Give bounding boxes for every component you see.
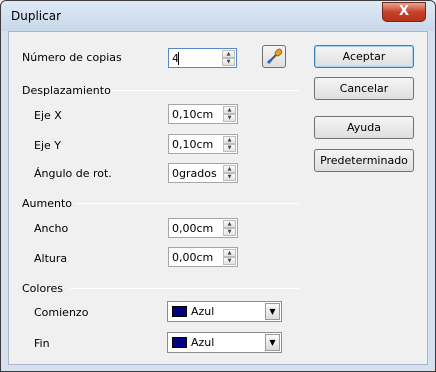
width-spinbox[interactable]: 0,00cm ▲ ▼: [168, 218, 238, 238]
spin-up-icon[interactable]: ▲: [223, 106, 236, 114]
colors-heading: Colores: [22, 282, 63, 295]
window-title: Duplicar: [11, 9, 62, 23]
end-color-swatch: [172, 337, 187, 348]
displacement-separator: [111, 90, 299, 91]
spin-up-icon[interactable]: ▲: [223, 249, 236, 257]
height-spinbox[interactable]: 0,00cm ▲ ▼: [168, 247, 238, 267]
colors-separator: [70, 288, 299, 289]
text-caret: [178, 52, 179, 65]
ok-button[interactable]: Aceptar: [314, 45, 414, 68]
enlargement-heading: Aumento: [22, 197, 72, 210]
y-axis-value: 0,10cm: [172, 138, 214, 151]
spin-down-icon[interactable]: ▼: [223, 228, 236, 236]
spin-down-icon[interactable]: ▼: [223, 144, 236, 152]
eyedropper-icon: [266, 48, 283, 65]
start-color-dropdown[interactable]: Azul ▼: [167, 301, 282, 322]
width-spin-arrows: ▲ ▼: [223, 220, 236, 236]
close-button[interactable]: X: [382, 2, 426, 22]
y-axis-label: Eje Y: [34, 139, 61, 152]
help-button[interactable]: Ayuda: [314, 116, 414, 139]
chevron-down-icon[interactable]: ▼: [265, 303, 280, 320]
dialog-window: Duplicar X Número de copias 4 ▲ ▼ Despla…: [0, 0, 436, 372]
start-color-value: Azul: [191, 305, 215, 318]
end-color-value: Azul: [191, 336, 215, 349]
y-spin-arrows: ▲ ▼: [223, 136, 236, 152]
spin-down-icon[interactable]: ▼: [222, 58, 235, 66]
height-spin-arrows: ▲ ▼: [223, 249, 236, 265]
rotation-angle-label: Ángulo de rot.: [34, 167, 112, 180]
default-button[interactable]: Predeterminado: [314, 149, 414, 172]
start-color-swatch: [172, 306, 187, 317]
angle-spin-arrows: ▲ ▼: [223, 165, 236, 181]
x-spin-arrows: ▲ ▼: [223, 106, 236, 122]
copies-label: Número de copias: [22, 51, 122, 64]
rotation-angle-spinbox[interactable]: 0grados ▲ ▼: [168, 163, 238, 183]
spin-up-icon[interactable]: ▲: [223, 220, 236, 228]
spin-down-icon[interactable]: ▼: [223, 257, 236, 265]
end-color-label: Fin: [34, 337, 50, 350]
spin-down-icon[interactable]: ▼: [223, 173, 236, 181]
rotation-angle-value: 0grados: [172, 167, 217, 180]
width-value: 0,00cm: [172, 222, 214, 235]
y-axis-spinbox[interactable]: 0,10cm ▲ ▼: [168, 134, 238, 154]
copies-spinbox[interactable]: 4 ▲ ▼: [168, 48, 237, 68]
spin-up-icon[interactable]: ▲: [223, 136, 236, 144]
x-axis-spinbox[interactable]: 0,10cm ▲ ▼: [168, 104, 238, 124]
height-value: 0,00cm: [172, 251, 214, 264]
values-from-selection-button[interactable]: [262, 45, 286, 68]
end-color-dropdown[interactable]: Azul ▼: [167, 332, 282, 353]
spin-up-icon[interactable]: ▲: [223, 165, 236, 173]
title-bar[interactable]: Duplicar X: [1, 1, 435, 31]
close-icon: X: [398, 4, 410, 19]
start-color-label: Comienzo: [34, 306, 89, 319]
height-label: Altura: [34, 252, 68, 265]
width-label: Ancho: [34, 222, 69, 235]
spin-up-icon[interactable]: ▲: [222, 50, 235, 58]
x-axis-label: Eje X: [34, 109, 62, 122]
spin-down-icon[interactable]: ▼: [223, 114, 236, 122]
enlargement-separator: [76, 203, 299, 204]
displacement-heading: Desplazamiento: [22, 84, 111, 97]
copies-spin-arrows: ▲ ▼: [222, 50, 235, 66]
cancel-button[interactable]: Cancelar: [314, 77, 414, 100]
chevron-down-icon[interactable]: ▼: [265, 334, 280, 351]
dialog-client-area: Número de copias 4 ▲ ▼ Desplazamiento Ej…: [8, 31, 428, 365]
x-axis-value: 0,10cm: [172, 108, 214, 121]
